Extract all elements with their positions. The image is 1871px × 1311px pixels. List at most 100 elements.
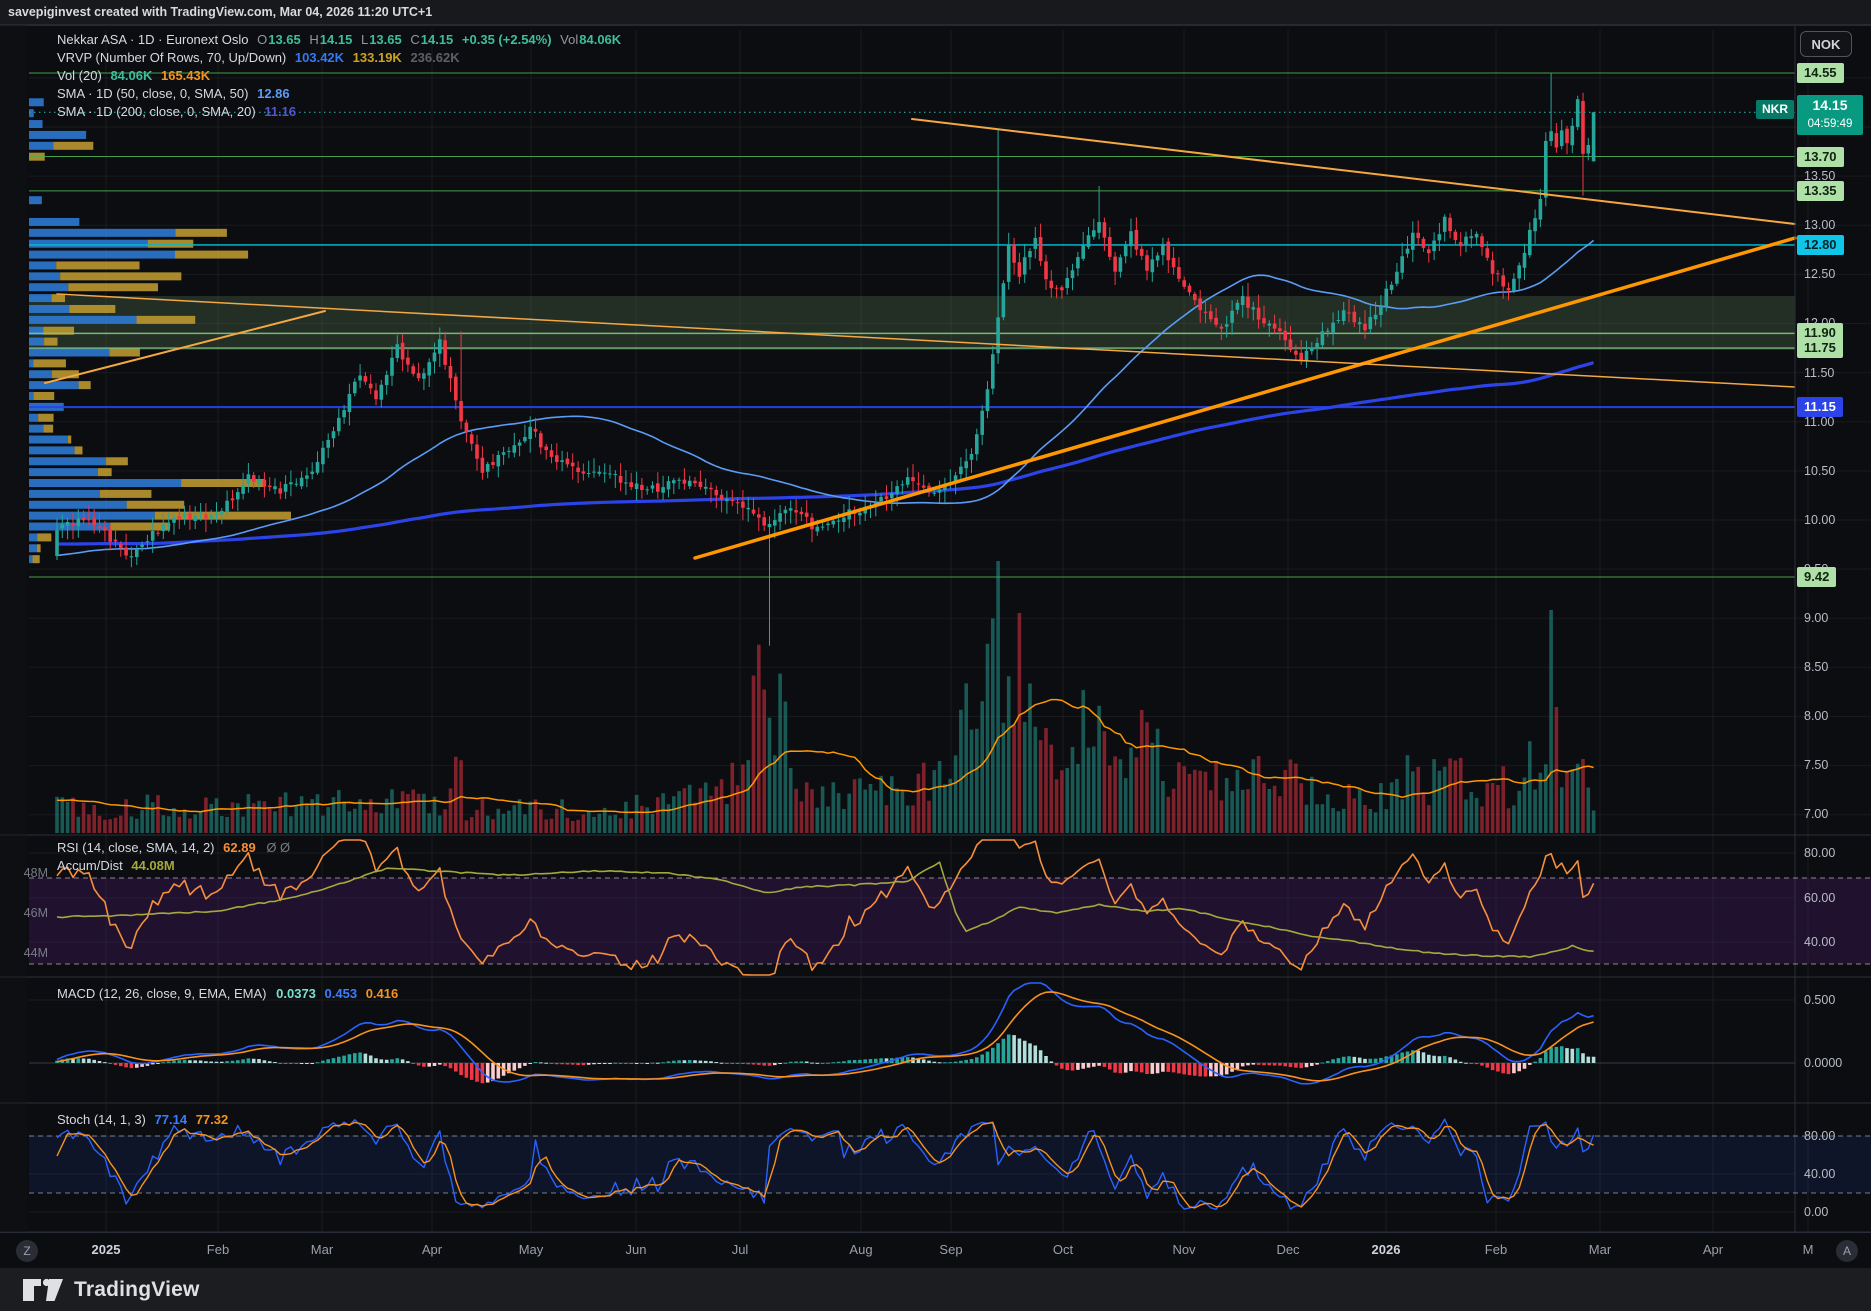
currency-button[interactable]: NOK (1800, 31, 1852, 57)
low-value: 13.65 (369, 32, 402, 47)
macd-line-value: 0.453 (325, 986, 358, 1001)
high-value: 14.15 (320, 32, 353, 47)
time-axis-label: M (1803, 1242, 1814, 1257)
time-axis-label: Oct (1053, 1242, 1073, 1257)
vrvp-title[interactable]: VRVP (Number Of Rows, 70, Up/Down) (57, 50, 286, 65)
vrvp-down-value: 133.19K (353, 50, 402, 65)
stoch-d-value: 77.32 (196, 1112, 229, 1127)
price-level-badge: 11.15 (1797, 397, 1843, 417)
footer-bar: TradingView (0, 1268, 1871, 1311)
price-tick-label: 8.00 (1804, 708, 1828, 724)
current-price-badge: 14.15 04:59:49 (1797, 95, 1863, 135)
accum-dist-tick-label: 48M (14, 865, 48, 881)
legend-sma200-row[interactable]: SMA · 1D (200, close, 0, SMA, 20) 11.16 (57, 103, 626, 121)
sma50-title[interactable]: SMA · 1D (50, close, 0, SMA, 50) (57, 86, 248, 101)
time-axis-label: Jul (732, 1242, 749, 1257)
chart-canvas[interactable] (0, 0, 1871, 1311)
close-label: C (410, 32, 419, 47)
rsi-legend[interactable]: RSI (14, close, SMA, 14, 2) 62.89 Ø Ø (57, 839, 290, 856)
vrvp-total-value: 236.62K (410, 50, 459, 65)
time-axis-label: Aug (849, 1242, 872, 1257)
stoch-legend[interactable]: Stoch (14, 1, 3) 77.14 77.32 (57, 1111, 228, 1128)
legend-volume-row[interactable]: Vol (20) 84.06K 165.43K (57, 67, 626, 85)
change-value: +0.35 (+2.54%) (462, 32, 552, 47)
time-axis-label: 2026 (1372, 1242, 1401, 1257)
volume-value: 84.06K (579, 32, 621, 47)
macd-signal-value: 0.416 (366, 986, 399, 1001)
time-axis-label: Apr (422, 1242, 442, 1257)
indicator-legend: Nekkar ASA · 1D · Euronext Oslo O13.65 H… (57, 31, 626, 121)
sma200-title[interactable]: SMA · 1D (200, close, 0, SMA, 20) (57, 104, 256, 119)
volume-label: Vol (560, 32, 578, 47)
price-level-badge: 13.70 (1797, 147, 1844, 167)
time-axis-label: Apr (1703, 1242, 1723, 1257)
open-label: O (257, 32, 267, 47)
vrvp-up-value: 103.42K (295, 50, 344, 65)
auto-scale-button[interactable]: A (1836, 1240, 1858, 1262)
price-tick-label: 0.0000 (1804, 1055, 1842, 1071)
price-tick-label: 40.00 (1804, 934, 1835, 950)
time-axis-label: Mar (1589, 1242, 1611, 1257)
accum-dist-tick-label: 44M (14, 945, 48, 961)
current-price: 14.15 (1797, 95, 1863, 116)
vol20-value2: 165.43K (161, 68, 210, 83)
price-level-badge: 13.35 (1797, 181, 1844, 201)
tradingview-logo-text[interactable]: TradingView (74, 1278, 200, 1302)
low-label: L (361, 32, 368, 47)
accum-dist-title[interactable]: Accum/Dist (57, 858, 123, 873)
high-label: H (309, 32, 318, 47)
price-tick-label: 11.50 (1804, 365, 1834, 381)
vol20-title[interactable]: Vol (20) (57, 68, 102, 83)
macd-legend[interactable]: MACD (12, 26, close, 9, EMA, EMA) 0.0373… (57, 985, 398, 1002)
stoch-title[interactable]: Stoch (14, 1, 3) (57, 1112, 146, 1127)
time-axis-label: Sep (939, 1242, 962, 1257)
stoch-k-value: 77.14 (155, 1112, 188, 1127)
accum-dist-tick-label: 46M (14, 905, 48, 921)
price-tick-label: 7.00 (1804, 806, 1828, 822)
timezone-button[interactable]: Z (16, 1240, 38, 1262)
symbol-title[interactable]: Nekkar ASA · 1D · Euronext Oslo (57, 32, 248, 47)
time-axis-label: May (519, 1242, 544, 1257)
close-value: 14.15 (421, 32, 454, 47)
accum-dist-legend[interactable]: Accum/Dist 44.08M (57, 857, 175, 874)
legend-vrvp-row[interactable]: VRVP (Number Of Rows, 70, Up/Down) 103.4… (57, 49, 626, 67)
macd-hist-value: 0.0373 (276, 986, 316, 1001)
price-tick-label: 9.00 (1804, 610, 1828, 626)
tradingview-logo-icon[interactable] (22, 1278, 64, 1302)
time-axis-label: Jun (626, 1242, 647, 1257)
price-tick-label: 10.50 (1804, 463, 1835, 479)
time-axis-label: Dec (1276, 1242, 1299, 1257)
time-axis-label: Mar (311, 1242, 333, 1257)
price-level-badge: 11.75 (1797, 338, 1843, 358)
price-tick-label: 10.00 (1804, 512, 1835, 528)
price-tick-label: 7.50 (1804, 757, 1828, 773)
time-axis-label: Feb (1485, 1242, 1507, 1257)
time-axis-label: Nov (1172, 1242, 1195, 1257)
time-axis-label: Feb (207, 1242, 229, 1257)
legend-sma50-row[interactable]: SMA · 1D (50, close, 0, SMA, 50) 12.86 (57, 85, 626, 103)
tradingview-chart-screenshot: savepiginvest created with TradingView.c… (0, 0, 1871, 1311)
symbol-price-tag: NKR (1756, 100, 1794, 119)
time-axis[interactable]: Z 2025 Feb Mar Apr May Jun Jul Aug Sep Oct Nov Dec 2… (0, 1232, 1871, 1269)
price-level-badge: 9.42 (1797, 567, 1836, 587)
accum-dist-value: 44.08M (131, 858, 174, 873)
rsi-extra-values: Ø Ø (266, 840, 290, 855)
macd-title[interactable]: MACD (12, 26, close, 9, EMA, EMA) (57, 986, 267, 1001)
price-tick-label: 12.50 (1804, 266, 1835, 282)
open-value: 13.65 (268, 32, 301, 47)
price-level-badge: 14.55 (1797, 63, 1844, 83)
price-tick-label: 8.50 (1804, 659, 1828, 675)
left-margin (0, 25, 27, 1268)
vol20-value1: 84.06K (110, 68, 152, 83)
price-tick-label: 80.00 (1804, 1128, 1835, 1144)
legend-symbol-row[interactable]: Nekkar ASA · 1D · Euronext Oslo O13.65 H… (57, 31, 626, 49)
rsi-value: 62.89 (223, 840, 256, 855)
bar-countdown: 04:59:49 (1797, 116, 1863, 132)
price-tick-label: 0.00 (1804, 1204, 1828, 1220)
price-tick-label: 80.00 (1804, 845, 1835, 861)
price-level-badge: 12.80 (1797, 235, 1844, 255)
rsi-title[interactable]: RSI (14, close, SMA, 14, 2) (57, 840, 215, 855)
time-axis-label: 2025 (92, 1242, 121, 1257)
price-tick-label: 0.500 (1804, 992, 1835, 1008)
price-tick-label: 13.00 (1804, 217, 1835, 233)
